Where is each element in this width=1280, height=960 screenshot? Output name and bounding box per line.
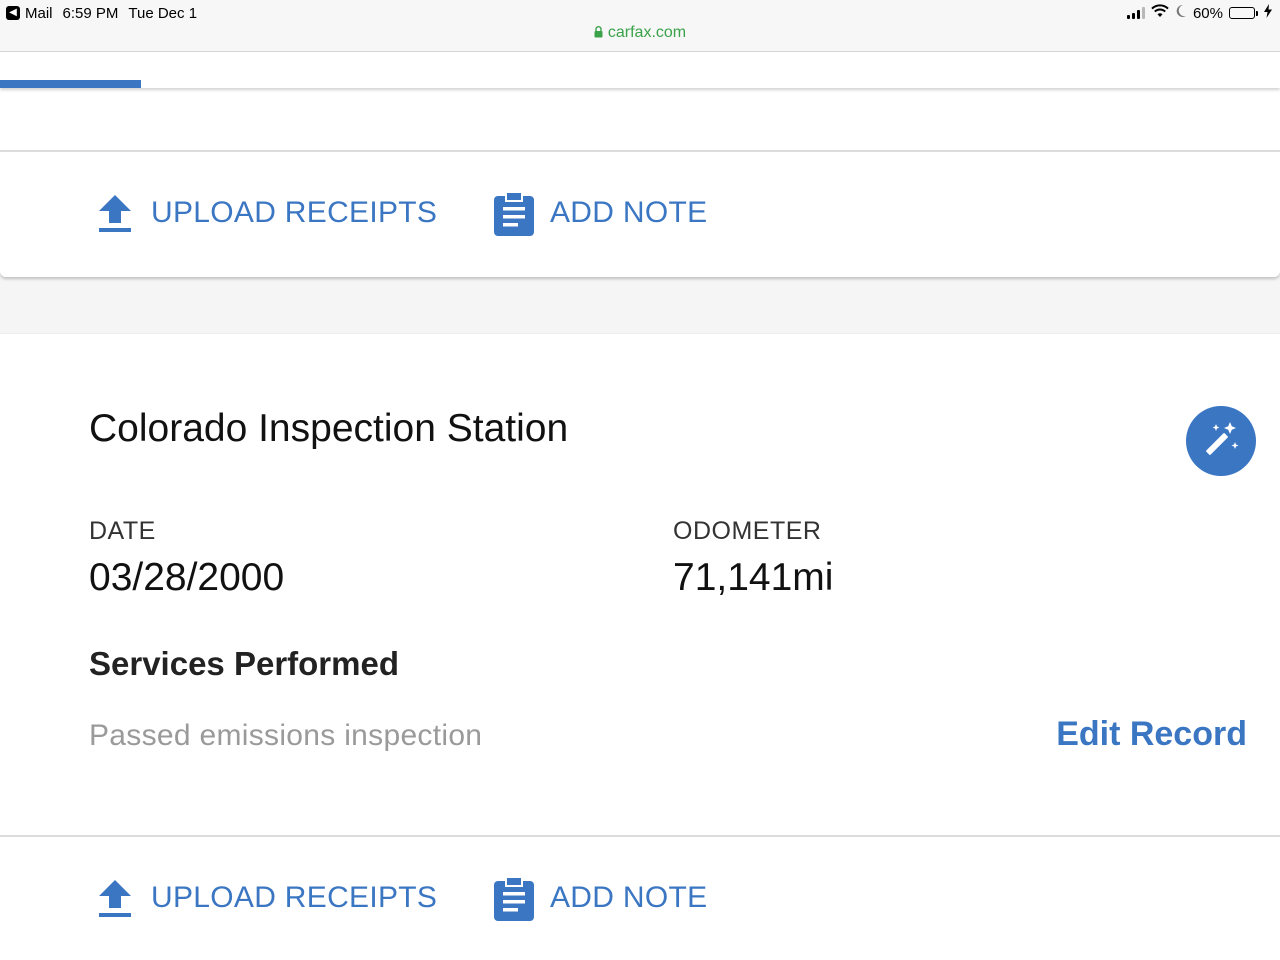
url-text: carfax.com <box>607 24 687 41</box>
status-time: 6:59 PM <box>62 4 119 22</box>
upload-receipts-label: UPLOAD RECEIPTS <box>151 196 438 229</box>
clipboard-icon <box>493 190 535 236</box>
record-actions: UPLOAD RECEIPTS ADD NOTE <box>0 183 1280 243</box>
add-note-label: ADD NOTE <box>550 881 708 914</box>
moon-icon <box>1175 4 1187 22</box>
charging-icon <box>1264 4 1272 22</box>
clipboard-icon <box>493 875 535 921</box>
progress-header <box>0 52 1280 88</box>
status-bar-right: 60% <box>1126 4 1272 22</box>
lock-icon <box>594 25 603 43</box>
status-date: Tue Dec 1 <box>128 4 198 22</box>
back-icon[interactable]: ◀ <box>6 6 20 20</box>
back-app-label[interactable]: Mail <box>25 5 53 22</box>
upload-receipts-button[interactable]: UPLOAD RECEIPTS <box>94 183 437 243</box>
date-label: DATE <box>89 517 156 545</box>
previous-record-card: UPLOAD RECEIPTS ADD NOTE <box>0 88 1280 277</box>
record-card: Colorado Inspection Station DATE 03/28/2… <box>0 333 1280 960</box>
odometer-value: 71,141mi <box>673 556 834 599</box>
add-note-button[interactable]: ADD NOTE <box>493 868 707 928</box>
status-bar-left: ◀ Mail 6:59 PM Tue Dec 1 <box>6 4 197 22</box>
record-title: Colorado Inspection Station <box>89 407 569 450</box>
address-bar[interactable]: carfax.com <box>0 24 1280 43</box>
card-divider <box>0 150 1280 152</box>
date-value: 03/28/2000 <box>89 556 285 599</box>
signal-icon <box>1126 7 1145 19</box>
upload-receipts-button[interactable]: UPLOAD RECEIPTS <box>94 868 437 928</box>
progress-indicator <box>0 80 141 88</box>
battery-icon <box>1229 7 1258 19</box>
upload-icon <box>94 875 136 921</box>
upload-receipts-label: UPLOAD RECEIPTS <box>151 881 438 914</box>
add-note-label: ADD NOTE <box>550 196 708 229</box>
odometer-label: ODOMETER <box>673 517 822 545</box>
magic-wand-icon <box>1199 417 1243 466</box>
record-actions: UPLOAD RECEIPTS ADD NOTE <box>0 868 1280 928</box>
page: ◀ Mail 6:59 PM Tue Dec 1 60% carfax.com … <box>0 0 1280 960</box>
wifi-icon <box>1151 4 1169 22</box>
status-bar: ◀ Mail 6:59 PM Tue Dec 1 60% carfax.com <box>0 0 1280 52</box>
add-note-button[interactable]: ADD NOTE <box>493 183 707 243</box>
service-item: Passed emissions inspection <box>89 719 483 752</box>
battery-percent: 60% <box>1192 4 1223 22</box>
card-divider <box>0 835 1280 837</box>
edit-record-link[interactable]: Edit Record <box>1056 715 1247 754</box>
magic-wand-button[interactable] <box>1186 406 1256 476</box>
services-title: Services Performed <box>89 645 400 682</box>
upload-icon <box>94 190 136 236</box>
